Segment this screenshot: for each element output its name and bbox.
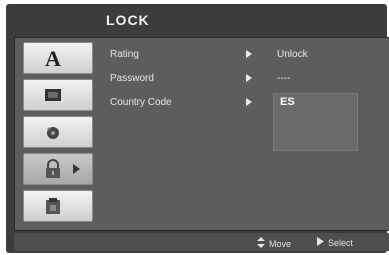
setting-row-password[interactable]: Password ---- (110, 70, 380, 88)
move-hint-label: Move (269, 238, 292, 249)
others-tab[interactable] (23, 190, 93, 222)
setting-label: Country Code (110, 97, 172, 108)
country-code-submenu[interactable]: ES (273, 93, 358, 151)
arrow-right-icon (246, 74, 252, 82)
setting-label: Rating (110, 49, 139, 60)
language-tab[interactable]: A (23, 42, 93, 74)
language-icon: A (42, 47, 64, 69)
up-down-arrows-icon (257, 237, 265, 250)
lock-tab[interactable] (23, 153, 93, 185)
move-hint: Move (257, 237, 291, 250)
setting-value: Unlock (277, 49, 308, 60)
audio-icon (42, 121, 64, 143)
setting-label: Password (110, 73, 154, 84)
status-bar: Move Select (14, 233, 389, 251)
menu-title: LOCK (106, 12, 150, 28)
menu-panel: A Rating Unlock Password ---- Country Co… (14, 37, 389, 231)
country-code-value: ES (280, 96, 295, 108)
lock-icon (42, 158, 64, 180)
play-arrow-icon (317, 237, 324, 248)
display-icon (42, 84, 64, 106)
select-hint: Select (317, 237, 353, 248)
setting-value: ---- (277, 73, 291, 84)
dvd-setup-screen: LOCK A Rating Unlock Password ---- Count… (6, 4, 389, 253)
others-icon (42, 195, 64, 217)
arrow-right-icon (246, 50, 252, 58)
svg-text:A: A (45, 47, 61, 69)
select-hint-label: Select (328, 237, 354, 248)
arrow-right-icon (246, 98, 252, 106)
audio-tab[interactable] (23, 116, 93, 148)
selected-category-arrow-icon (73, 164, 80, 174)
setting-row-rating[interactable]: Rating Unlock (110, 46, 380, 64)
display-tab[interactable] (23, 79, 93, 111)
